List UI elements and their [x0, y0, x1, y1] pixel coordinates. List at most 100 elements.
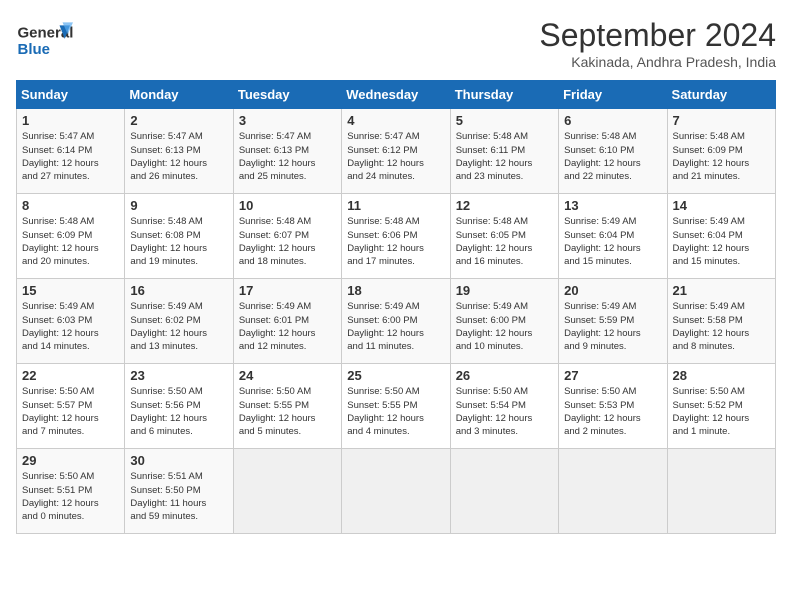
calendar-cell: 10 Sunrise: 5:48 AMSunset: 6:07 PMDayligh…	[233, 194, 341, 279]
calendar-cell: 24 Sunrise: 5:50 AMSunset: 5:55 PMDayligh…	[233, 364, 341, 449]
day-number: 7	[673, 113, 770, 128]
day-number: 29	[22, 453, 119, 468]
day-number: 6	[564, 113, 661, 128]
week-row-1: 1 Sunrise: 5:47 AMSunset: 6:14 PMDaylight…	[17, 109, 776, 194]
day-number: 5	[456, 113, 553, 128]
calendar-cell: 13 Sunrise: 5:49 AMSunset: 6:04 PMDayligh…	[559, 194, 667, 279]
calendar-cell: 21 Sunrise: 5:49 AMSunset: 5:58 PMDayligh…	[667, 279, 775, 364]
day-info: Sunrise: 5:50 AMSunset: 5:53 PMDaylight:…	[564, 385, 661, 438]
day-info: Sunrise: 5:49 AMSunset: 6:04 PMDaylight:…	[673, 215, 770, 268]
calendar-cell: 17Sunrise: 5:49 AMSunset: 6:01 PMDayligh…	[233, 279, 341, 364]
day-info: Sunrise: 5:50 AMSunset: 5:55 PMDaylight:…	[239, 385, 336, 438]
calendar-cell: 9 Sunrise: 5:48 AMSunset: 6:08 PMDaylight…	[125, 194, 233, 279]
day-info: Sunrise: 5:47 AMSunset: 6:14 PMDaylight:…	[22, 130, 119, 183]
logo: General Blue	[16, 16, 76, 61]
svg-text:Blue: Blue	[18, 41, 51, 58]
location-subtitle: Kakinada, Andhra Pradesh, India	[539, 54, 776, 70]
calendar-cell: 8Sunrise: 5:48 AMSunset: 6:09 PMDaylight…	[17, 194, 125, 279]
calendar-cell: 2 Sunrise: 5:47 AMSunset: 6:13 PMDaylight…	[125, 109, 233, 194]
title-block: September 2024 Kakinada, Andhra Pradesh,…	[539, 16, 776, 70]
calendar-cell: 30 Sunrise: 5:51 AMSunset: 5:50 PMDayligh…	[125, 449, 233, 534]
day-number: 27	[564, 368, 661, 383]
day-number: 10	[239, 198, 336, 213]
day-number: 4	[347, 113, 444, 128]
day-info: Sunrise: 5:48 AMSunset: 6:06 PMDaylight:…	[347, 215, 444, 268]
day-info: Sunrise: 5:48 AMSunset: 6:08 PMDaylight:…	[130, 215, 227, 268]
day-info: Sunrise: 5:50 AMSunset: 5:56 PMDaylight:…	[130, 385, 227, 438]
day-number: 23	[130, 368, 227, 383]
day-number: 2	[130, 113, 227, 128]
day-info: Sunrise: 5:50 AMSunset: 5:54 PMDaylight:…	[456, 385, 553, 438]
day-number: 21	[673, 283, 770, 298]
calendar-cell: 3 Sunrise: 5:47 AMSunset: 6:13 PMDaylight…	[233, 109, 341, 194]
day-number: 9	[130, 198, 227, 213]
header-wednesday: Wednesday	[342, 81, 450, 109]
day-info: Sunrise: 5:49 AMSunset: 6:01 PMDaylight:…	[239, 300, 336, 353]
calendar-cell: 4 Sunrise: 5:47 AMSunset: 6:12 PMDaylight…	[342, 109, 450, 194]
calendar-cell: 22 Sunrise: 5:50 AMSunset: 5:57 PMDayligh…	[17, 364, 125, 449]
calendar-cell	[342, 449, 450, 534]
calendar-cell: 15 Sunrise: 5:49 AMSunset: 6:03 PMDayligh…	[17, 279, 125, 364]
month-title: September 2024	[539, 16, 776, 54]
calendar-cell: 29 Sunrise: 5:50 AMSunset: 5:51 PMDayligh…	[17, 449, 125, 534]
week-row-2: 8Sunrise: 5:48 AMSunset: 6:09 PMDaylight…	[17, 194, 776, 279]
day-info: Sunrise: 5:49 AMSunset: 5:59 PMDaylight:…	[564, 300, 661, 353]
day-info: Sunrise: 5:48 AMSunset: 6:11 PMDaylight:…	[456, 130, 553, 183]
day-info: Sunrise: 5:47 AMSunset: 6:13 PMDaylight:…	[130, 130, 227, 183]
header-saturday: Saturday	[667, 81, 775, 109]
day-info: Sunrise: 5:48 AMSunset: 6:07 PMDaylight:…	[239, 215, 336, 268]
day-info: Sunrise: 5:47 AMSunset: 6:12 PMDaylight:…	[347, 130, 444, 183]
calendar-cell: 19 Sunrise: 5:49 AMSunset: 6:00 PMDayligh…	[450, 279, 558, 364]
day-number: 3	[239, 113, 336, 128]
calendar-cell: 20 Sunrise: 5:49 AMSunset: 5:59 PMDayligh…	[559, 279, 667, 364]
calendar-cell: 16 Sunrise: 5:49 AMSunset: 6:02 PMDayligh…	[125, 279, 233, 364]
day-info: Sunrise: 5:50 AMSunset: 5:51 PMDaylight:…	[22, 470, 119, 523]
day-number: 26	[456, 368, 553, 383]
day-info: Sunrise: 5:49 AMSunset: 6:04 PMDaylight:…	[564, 215, 661, 268]
calendar-header-row: SundayMondayTuesdayWednesdayThursdayFrid…	[17, 81, 776, 109]
day-info: Sunrise: 5:50 AMSunset: 5:55 PMDaylight:…	[347, 385, 444, 438]
page-header: General Blue September 2024 Kakinada, An…	[16, 16, 776, 70]
day-number: 16	[130, 283, 227, 298]
week-row-5: 29 Sunrise: 5:50 AMSunset: 5:51 PMDayligh…	[17, 449, 776, 534]
day-info: Sunrise: 5:49 AMSunset: 5:58 PMDaylight:…	[673, 300, 770, 353]
day-number: 12	[456, 198, 553, 213]
day-info: Sunrise: 5:49 AMSunset: 6:02 PMDaylight:…	[130, 300, 227, 353]
calendar-cell	[667, 449, 775, 534]
calendar-cell: 27 Sunrise: 5:50 AMSunset: 5:53 PMDayligh…	[559, 364, 667, 449]
day-number: 24	[239, 368, 336, 383]
day-info: Sunrise: 5:49 AMSunset: 6:00 PMDaylight:…	[347, 300, 444, 353]
day-number: 28	[673, 368, 770, 383]
day-info: Sunrise: 5:48 AMSunset: 6:09 PMDaylight:…	[673, 130, 770, 183]
calendar-cell: 1 Sunrise: 5:47 AMSunset: 6:14 PMDaylight…	[17, 109, 125, 194]
calendar-cell	[233, 449, 341, 534]
calendar-cell: 12Sunrise: 5:48 AMSunset: 6:05 PMDayligh…	[450, 194, 558, 279]
day-number: 20	[564, 283, 661, 298]
calendar-cell	[559, 449, 667, 534]
day-number: 15	[22, 283, 119, 298]
day-info: Sunrise: 5:50 AMSunset: 5:57 PMDaylight:…	[22, 385, 119, 438]
day-info: Sunrise: 5:49 AMSunset: 6:00 PMDaylight:…	[456, 300, 553, 353]
calendar-cell: 6Sunrise: 5:48 AMSunset: 6:10 PMDaylight…	[559, 109, 667, 194]
day-number: 22	[22, 368, 119, 383]
day-number: 14	[673, 198, 770, 213]
calendar-cell: 26 Sunrise: 5:50 AMSunset: 5:54 PMDayligh…	[450, 364, 558, 449]
day-number: 1	[22, 113, 119, 128]
calendar-cell: 25 Sunrise: 5:50 AMSunset: 5:55 PMDayligh…	[342, 364, 450, 449]
calendar-cell: 23 Sunrise: 5:50 AMSunset: 5:56 PMDayligh…	[125, 364, 233, 449]
day-number: 25	[347, 368, 444, 383]
day-info: Sunrise: 5:51 AMSunset: 5:50 PMDaylight:…	[130, 470, 227, 523]
calendar-cell: 5 Sunrise: 5:48 AMSunset: 6:11 PMDaylight…	[450, 109, 558, 194]
day-number: 30	[130, 453, 227, 468]
header-tuesday: Tuesday	[233, 81, 341, 109]
day-number: 8	[22, 198, 119, 213]
day-info: Sunrise: 5:49 AMSunset: 6:03 PMDaylight:…	[22, 300, 119, 353]
calendar-cell: 28 Sunrise: 5:50 AMSunset: 5:52 PMDayligh…	[667, 364, 775, 449]
day-info: Sunrise: 5:50 AMSunset: 5:52 PMDaylight:…	[673, 385, 770, 438]
day-number: 19	[456, 283, 553, 298]
header-thursday: Thursday	[450, 81, 558, 109]
week-row-3: 15 Sunrise: 5:49 AMSunset: 6:03 PMDayligh…	[17, 279, 776, 364]
day-info: Sunrise: 5:47 AMSunset: 6:13 PMDaylight:…	[239, 130, 336, 183]
day-number: 13	[564, 198, 661, 213]
calendar-table: SundayMondayTuesdayWednesdayThursdayFrid…	[16, 80, 776, 534]
